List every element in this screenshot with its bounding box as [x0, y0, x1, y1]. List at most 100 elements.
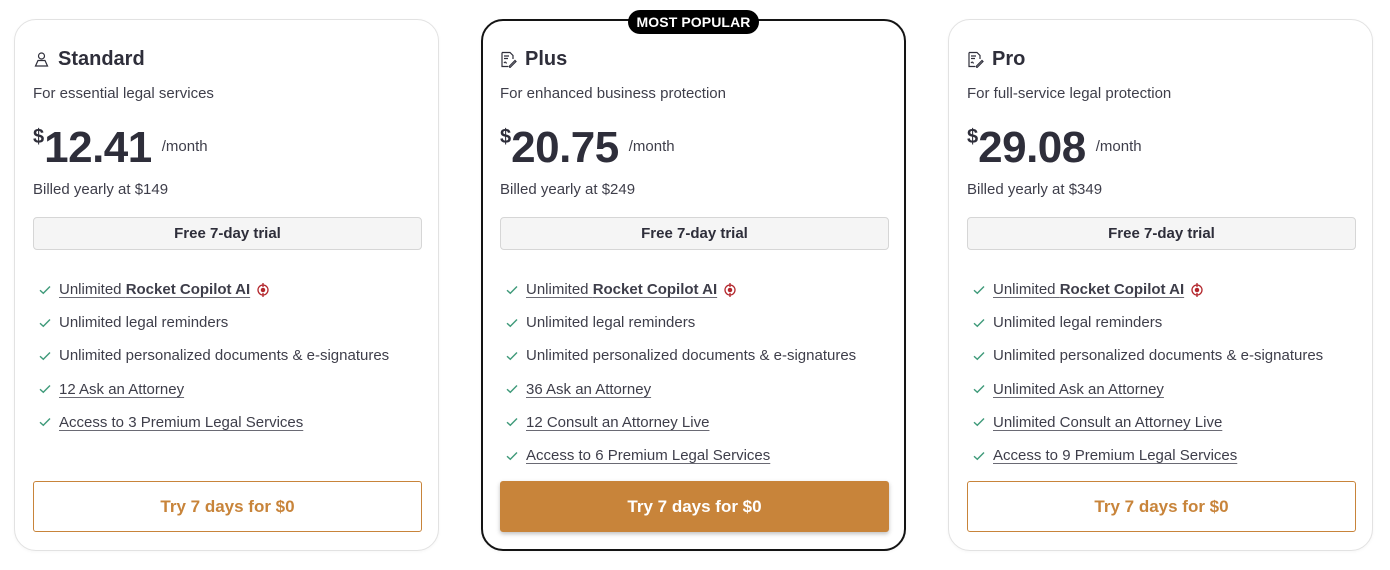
plan-card-plus: MOST POPULAR Plus For enhanced business …: [481, 10, 906, 551]
checkmark-icon: [39, 285, 53, 295]
feature-item: Unlimited personalized documents & e-sig…: [506, 339, 856, 372]
feature-item: Unlimited legal reminders: [973, 306, 1323, 339]
feature-link[interactable]: 12 Ask an Attorney: [59, 381, 184, 398]
checkmark-icon: [973, 318, 987, 328]
feature-list: Unlimited Rocket Copilot AI Unlimited leg…: [39, 273, 389, 439]
feature-bold: Rocket Copilot AI: [125, 281, 251, 299]
price-currency: $: [967, 126, 979, 148]
plan-price: $ 29.08 /month: [967, 124, 1142, 172]
checkmark-icon: [973, 384, 987, 394]
feature-item: Unlimited legal reminders: [506, 306, 856, 339]
checkmark-icon: [39, 351, 53, 361]
billing-note: Billed yearly at $249: [500, 181, 636, 198]
free-trial-label: Free 7-day trial: [967, 217, 1356, 250]
feature-item: Unlimited Rocket Copilot AI: [973, 273, 1323, 306]
feature-item: Unlimited Rocket Copilot AI: [506, 273, 856, 306]
checkmark-icon: [973, 351, 987, 361]
feature-bold: Rocket Copilot AI: [1059, 281, 1185, 299]
feature-list: Unlimited Rocket Copilot AI Unlimited leg…: [973, 273, 1323, 472]
document-signature-icon: [500, 51, 517, 68]
feature-item: 36 Ask an Attorney: [506, 373, 856, 406]
price-amount: 20.75: [511, 123, 619, 172]
checkmark-icon: [506, 451, 520, 461]
feature-text: Unlimited legal reminders: [993, 314, 1163, 332]
feature-bold: Rocket Copilot AI: [592, 281, 718, 299]
plan-header: Pro: [967, 48, 1025, 71]
try-free-button[interactable]: Try 7 days for $0: [967, 481, 1356, 532]
feature-item: Unlimited legal reminders: [39, 306, 389, 339]
checkmark-icon: [506, 318, 520, 328]
document-signature-icon: [967, 51, 984, 68]
feature-link[interactable]: Access to 6 Premium Legal Services: [526, 447, 770, 464]
feature-link[interactable]: Access to 9 Premium Legal Services: [993, 447, 1237, 464]
feature-item: Access to 3 Premium Legal Services: [39, 406, 389, 439]
feature-text: Unlimited personalized documents & e-sig…: [526, 347, 857, 365]
plan-card-standard: Standard For essential legal services $ …: [14, 19, 439, 551]
plan-header: Standard: [33, 48, 145, 71]
feature-item: Unlimited personalized documents & e-sig…: [39, 339, 389, 372]
checkmark-icon: [506, 351, 520, 361]
feature-link[interactable]: Unlimited Rocket Copilot AI: [993, 281, 1184, 298]
price-amount: 29.08: [978, 123, 1086, 172]
feature-link[interactable]: Unlimited Consult an Attorney Live: [993, 414, 1222, 431]
checkmark-icon: [39, 417, 53, 427]
feature-link[interactable]: 36 Ask an Attorney: [526, 381, 651, 398]
feature-prefix: Unlimited: [59, 281, 126, 299]
checkmark-icon: [506, 417, 520, 427]
plan-header: Plus: [500, 48, 567, 71]
feature-list: Unlimited Rocket Copilot AI Unlimited leg…: [506, 273, 856, 472]
feature-item: 12 Consult an Attorney Live: [506, 406, 856, 439]
feature-prefix: Unlimited: [993, 281, 1060, 299]
plan-card-pro: Pro For full-service legal protection $ …: [948, 19, 1373, 551]
price-currency: $: [33, 126, 45, 148]
feature-item: Access to 9 Premium Legal Services: [973, 439, 1323, 472]
most-popular-badge: MOST POPULAR: [627, 10, 760, 34]
feature-link[interactable]: Access to 3 Premium Legal Services: [59, 414, 303, 431]
feature-item: Unlimited personalized documents & e-sig…: [973, 339, 1323, 372]
feature-text: Unlimited personalized documents & e-sig…: [59, 347, 390, 365]
feature-prefix: Unlimited: [526, 281, 593, 299]
plan-subtitle: For enhanced business protection: [500, 85, 726, 102]
plan-price: $ 20.75 /month: [500, 124, 675, 172]
feature-text: Unlimited legal reminders: [59, 314, 229, 332]
price-currency: $: [500, 126, 512, 148]
plan-subtitle: For full-service legal protection: [967, 85, 1172, 102]
free-trial-label: Free 7-day trial: [33, 217, 422, 250]
try-free-button[interactable]: Try 7 days for $0: [33, 481, 422, 532]
price-period: /month: [1095, 138, 1142, 155]
person-icon: [33, 51, 50, 68]
feature-item: Unlimited Consult an Attorney Live: [973, 406, 1323, 439]
feature-text: Unlimited personalized documents & e-sig…: [993, 347, 1324, 365]
checkmark-icon: [39, 384, 53, 394]
plan-name: Plus: [525, 48, 568, 70]
checkmark-icon: [973, 285, 987, 295]
plan-subtitle: For essential legal services: [33, 85, 214, 102]
checkmark-icon: [973, 417, 987, 427]
billing-note: Billed yearly at $149: [33, 181, 169, 198]
plan-price: $ 12.41 /month: [33, 124, 208, 172]
feature-text: Unlimited legal reminders: [526, 314, 696, 332]
feature-item: Access to 6 Premium Legal Services: [506, 439, 856, 472]
copilot-ai-icon: [1189, 282, 1205, 298]
price-amount: 12.41: [44, 123, 152, 172]
feature-link[interactable]: Unlimited Ask an Attorney: [993, 381, 1164, 398]
copilot-ai-icon: [722, 282, 738, 298]
plan-name: Pro: [992, 48, 1026, 70]
checkmark-icon: [39, 318, 53, 328]
feature-item: Unlimited Ask an Attorney: [973, 373, 1323, 406]
copilot-ai-icon: [255, 282, 271, 298]
feature-item: 12 Ask an Attorney: [39, 373, 389, 406]
feature-link[interactable]: Unlimited Rocket Copilot AI: [526, 281, 717, 298]
checkmark-icon: [506, 384, 520, 394]
price-period: /month: [161, 138, 208, 155]
plan-name: Standard: [58, 48, 145, 70]
free-trial-label: Free 7-day trial: [500, 217, 889, 250]
feature-item: Unlimited Rocket Copilot AI: [39, 273, 389, 306]
feature-link[interactable]: Unlimited Rocket Copilot AI: [59, 281, 250, 298]
feature-link[interactable]: 12 Consult an Attorney Live: [526, 414, 709, 431]
billing-note: Billed yearly at $349: [967, 181, 1103, 198]
try-free-button[interactable]: Try 7 days for $0: [500, 481, 889, 532]
price-period: /month: [628, 138, 675, 155]
checkmark-icon: [973, 451, 987, 461]
checkmark-icon: [506, 285, 520, 295]
